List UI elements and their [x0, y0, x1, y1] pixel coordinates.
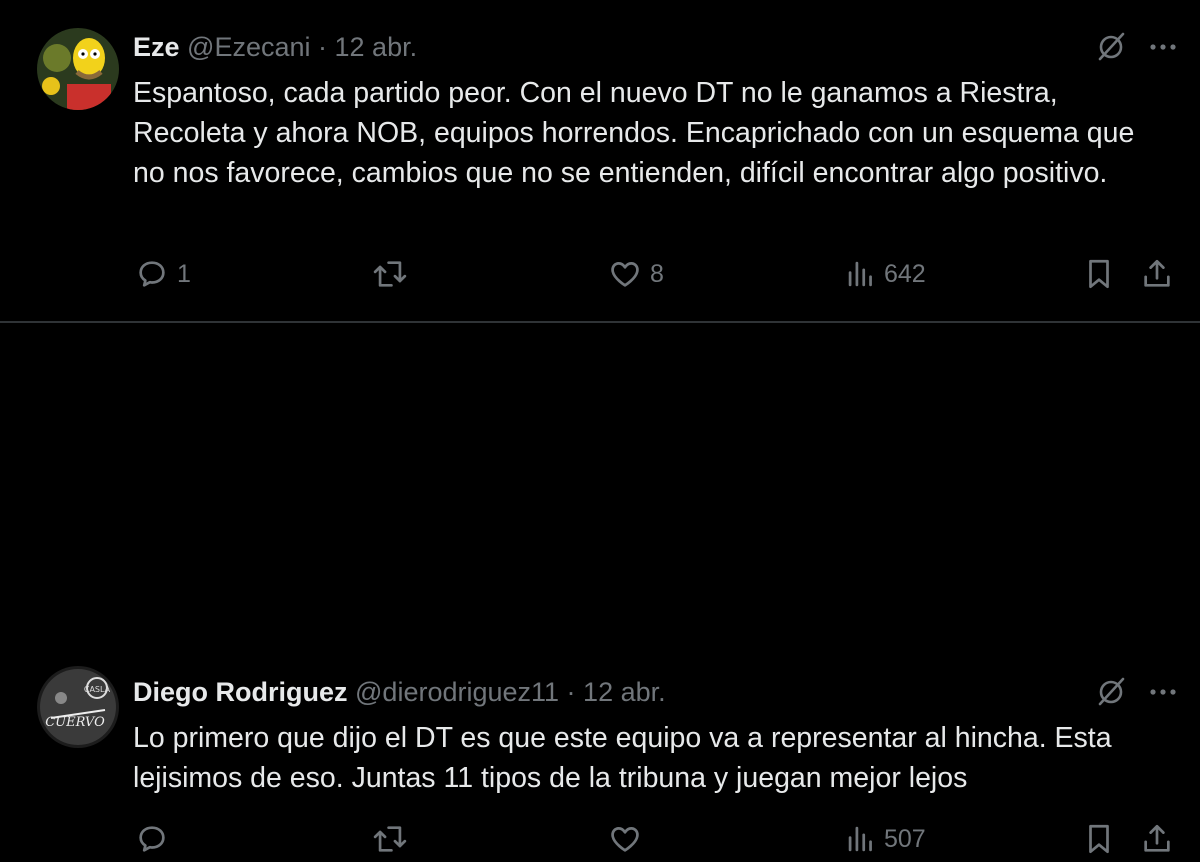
reply-button[interactable] — [135, 822, 177, 856]
share-icon — [1144, 824, 1170, 852]
heart-icon — [611, 262, 639, 287]
like-count: 8 — [650, 259, 664, 288]
retweet-icon — [373, 261, 407, 287]
reply-icon — [139, 261, 165, 287]
display-name[interactable]: Diego Rodriguez — [133, 677, 348, 707]
separator: · — [310, 32, 335, 62]
bookmark-icon — [1089, 259, 1109, 289]
like-button[interactable] — [608, 822, 650, 856]
tweet-actions: 507 — [0, 822, 1200, 862]
analytics-icon — [848, 261, 872, 287]
view-count: 507 — [884, 824, 926, 853]
heart-icon — [611, 827, 639, 852]
more-icon[interactable] — [1148, 677, 1178, 707]
reply-icon — [139, 826, 165, 852]
tweet-text: Lo primero que dijo el DT es que este eq… — [133, 722, 1112, 794]
tweet-header-actions — [1094, 675, 1178, 709]
share-button[interactable] — [1140, 257, 1174, 291]
avatar[interactable]: CASLA CUERVO — [37, 666, 119, 748]
handle[interactable]: @Ezecani — [187, 32, 310, 62]
tweet[interactable]: Eze @Ezecani · 12 abr. Espantoso, cada p… — [0, 0, 1200, 323]
view-count: 642 — [884, 259, 926, 288]
retweet-icon — [373, 826, 407, 852]
timestamp[interactable]: 12 abr. — [335, 32, 418, 62]
views-button[interactable]: 507 — [846, 822, 926, 856]
retweet-button[interactable] — [370, 822, 418, 856]
svg-text:CASLA: CASLA — [84, 685, 111, 694]
tweet-header: Diego Rodriguez @dierodriguez11 · 12 abr… — [133, 675, 666, 709]
separator: · — [559, 677, 584, 707]
tweet-header-actions — [1094, 30, 1178, 64]
grok-icon[interactable] — [1094, 675, 1128, 709]
reply-count: 1 — [177, 259, 191, 288]
share-icon — [1144, 259, 1170, 287]
like-button[interactable]: 8 — [608, 257, 664, 291]
handle[interactable]: @dierodriguez11 — [355, 677, 559, 707]
views-button[interactable]: 642 — [846, 257, 926, 291]
grok-icon[interactable] — [1094, 30, 1128, 64]
timestamp[interactable]: 12 abr. — [583, 677, 666, 707]
tweet-header: Eze @Ezecani · 12 abr. — [133, 30, 417, 64]
bookmark-button[interactable] — [1082, 257, 1116, 291]
tweet-actions: 1 8 642 — [0, 257, 1200, 297]
more-icon[interactable] — [1148, 32, 1178, 62]
bookmark-icon — [1089, 824, 1109, 854]
bookmark-button[interactable] — [1082, 822, 1116, 856]
display-name[interactable]: Eze — [133, 32, 180, 62]
analytics-icon — [848, 826, 872, 852]
tweet-text: Espantoso, cada partido peor. Con el nue… — [133, 77, 1135, 189]
reply-button[interactable]: 1 — [135, 257, 191, 291]
svg-text:CUERVO: CUERVO — [45, 715, 105, 730]
timeline: Eze @Ezecani · 12 abr. Espantoso, cada p… — [0, 0, 1200, 854]
avatar[interactable] — [37, 28, 119, 110]
tweet[interactable]: CASLA CUERVO Diego Rodriguez @dierodrigu… — [0, 323, 1200, 854]
share-button[interactable] — [1140, 822, 1174, 856]
retweet-button[interactable] — [370, 257, 418, 291]
